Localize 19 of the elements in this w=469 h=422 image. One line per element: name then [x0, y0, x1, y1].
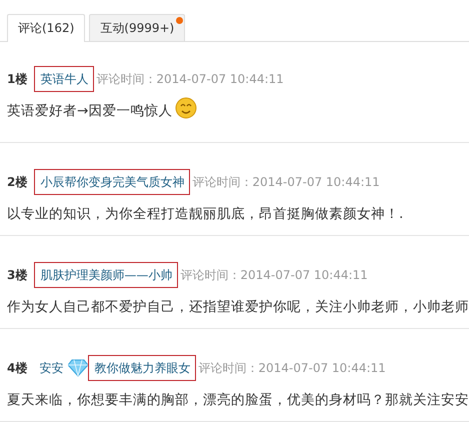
- comment-time: 评论时间：2014-07-07 10:44:11: [96, 70, 284, 88]
- comment-time: 评论时间：2014-07-07 10:44:11: [198, 360, 386, 376]
- floor-number: 1楼: [7, 70, 28, 88]
- user-link[interactable]: 肌肤护理美颜师——小帅: [34, 262, 178, 288]
- tab[interactable]: 互动(9999+): [89, 14, 186, 41]
- floor-number: 2楼: [7, 174, 28, 190]
- comment-text: 英语爱好者→因爱一鸣惊人: [7, 102, 172, 120]
- comment-time: 评论时间：2014-07-07 10:44:11: [180, 266, 368, 284]
- comment-text: 作为女人自己都不爱护自己，还指望谁爱护你呢，关注小帅老师，小帅老师: [7, 298, 469, 316]
- user-link[interactable]: 英语牛人: [34, 66, 94, 92]
- floor-number: 3楼: [7, 266, 28, 284]
- tab[interactable]: 评论(162): [7, 14, 86, 42]
- user-link[interactable]: 小辰帮你变身完美气质女神: [34, 169, 190, 195]
- user-link[interactable]: 安安: [34, 356, 68, 380]
- comment-text: 夏天来临，你想要丰满的胸部，漂亮的脸蛋，优美的身材吗？那就关注安安: [7, 391, 469, 409]
- comment-text: 以专业的知识，为你全程打造靓丽肌底，昂首挺胸做素颜女神！.: [7, 205, 404, 223]
- user-link[interactable]: 教你做魅力养眼女: [88, 355, 196, 381]
- floor-number: 4楼: [7, 360, 28, 376]
- comment-time: 评论时间：2014-07-07 10:44:11: [192, 174, 380, 190]
